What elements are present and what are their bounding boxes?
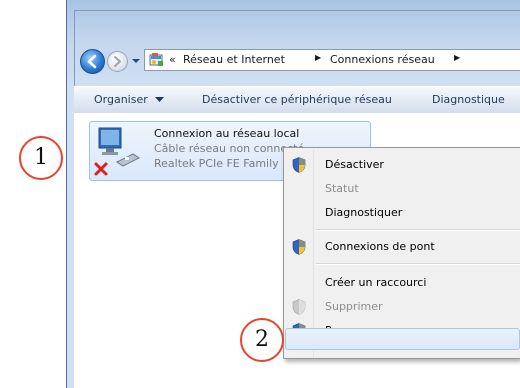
menu-item-create-shortcut[interactable]: Créer un raccourci: [285, 272, 520, 294]
menu-item-diagnose[interactable]: Diagnostiquer: [285, 202, 520, 224]
menu-item-properties-highlight: [285, 328, 520, 350]
menu-item-label: Statut: [325, 182, 359, 195]
menu-item-label: Diagnostiquer: [325, 206, 403, 219]
menu-item-disable[interactable]: Désactiver: [285, 154, 520, 176]
connection-adapter: Realtek PCIe FE Family: [154, 157, 279, 170]
menu-item-label: Connexions de pont: [325, 240, 435, 253]
organize-label: Organiser: [94, 93, 148, 106]
recent-pages-dropdown-icon[interactable]: [131, 57, 141, 65]
forward-arrow-icon: [114, 56, 121, 67]
control-panel-icon: [149, 53, 163, 66]
uac-shield-icon: [292, 239, 306, 255]
uac-shield-icon: [292, 157, 306, 173]
menu-separator: [316, 263, 520, 265]
menu-item-status: Statut: [285, 178, 520, 200]
organize-menu-button[interactable]: Organiser: [94, 93, 165, 106]
back-button[interactable]: [80, 49, 105, 74]
network-adapter-disconnected-icon: [94, 127, 140, 176]
disable-device-button[interactable]: Désactiver ce périphérique réseau: [202, 93, 392, 106]
menu-separator: [316, 229, 520, 231]
step-annotation-1: 1: [19, 136, 63, 180]
chevron-down-icon: [155, 97, 165, 102]
diagnose-button[interactable]: Diagnostique: [432, 93, 505, 106]
uac-shield-icon: [292, 299, 306, 315]
address-bar[interactable]: « Réseau et Internet ▶ Connexions réseau…: [144, 49, 520, 71]
connection-status: Câble réseau non connecté: [154, 142, 305, 155]
address-overflow-chevron[interactable]: «: [169, 53, 176, 66]
menu-item-delete: Supprimer: [285, 296, 520, 318]
menu-item-label: Désactiver: [325, 158, 384, 171]
breadcrumb-network-internet[interactable]: Réseau et Internet: [183, 53, 285, 66]
forward-button[interactable]: [107, 51, 128, 72]
step-annotation-2: 2: [240, 318, 284, 362]
breadcrumb-separator-icon[interactable]: ▶: [315, 53, 321, 62]
connection-name: Connexion au réseau local: [154, 127, 300, 140]
back-arrow-icon: [87, 54, 97, 69]
menu-item-bridge-connections[interactable]: Connexions de pont: [285, 236, 520, 258]
breadcrumb-separator-icon[interactable]: ▶: [454, 53, 460, 62]
breadcrumb-network-connections[interactable]: Connexions réseau: [330, 53, 435, 66]
menu-item-label: Supprimer: [325, 300, 383, 313]
menu-item-label: Créer un raccourci: [325, 276, 427, 289]
